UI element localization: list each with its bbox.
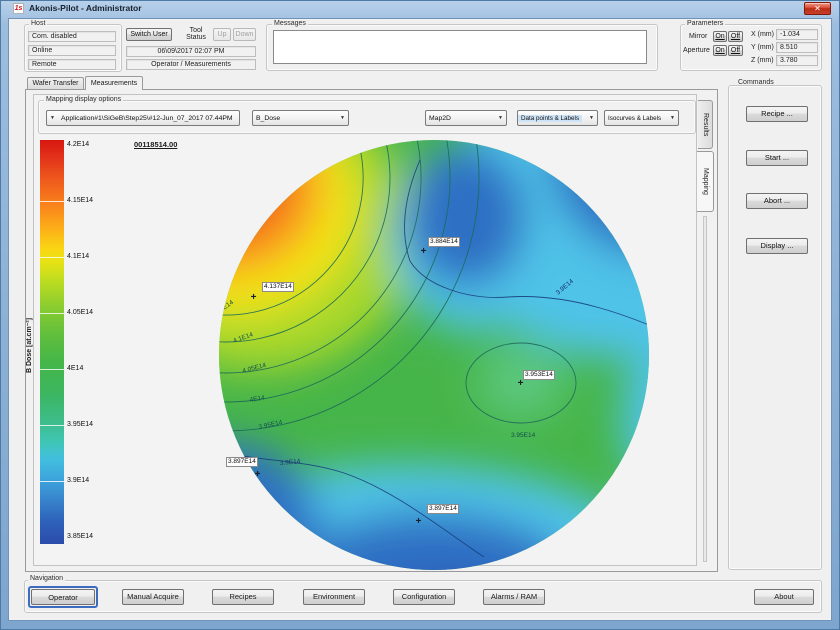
data-point-marker: + bbox=[419, 248, 428, 257]
app-window: 1s Akonis-Pilot - Administrator ✕ Host C… bbox=[0, 0, 840, 630]
data-point-label: 3.897E14 bbox=[226, 457, 258, 467]
map-type-dropdown[interactable]: Map2D ▼ bbox=[425, 110, 507, 126]
recipe-button[interactable]: Recipe ... bbox=[746, 106, 808, 122]
wafer-id-link[interactable]: 00118514.00 bbox=[134, 140, 177, 149]
chevron-down-icon: ▼ bbox=[495, 115, 506, 121]
aperture-off-button[interactable]: Off bbox=[728, 45, 743, 56]
colorbar-tickline bbox=[40, 425, 64, 426]
nav-operator-button[interactable]: Operator bbox=[31, 589, 95, 605]
x-coord-value: -1.034 bbox=[776, 29, 818, 40]
messages-group-label: Messages bbox=[272, 20, 308, 28]
chevron-down-icon: ▼ bbox=[586, 115, 597, 121]
tool-up-button[interactable]: Up bbox=[213, 28, 231, 41]
mirror-off-button[interactable]: Off bbox=[728, 31, 743, 42]
colorbar-tickline bbox=[40, 201, 64, 202]
parameters-group-label: Parameters bbox=[685, 20, 725, 28]
colorbar-tick: 4E14 bbox=[67, 365, 83, 372]
nav-operator-focus: Operator bbox=[28, 586, 98, 608]
window-title: Akonis-Pilot - Administrator bbox=[29, 3, 142, 13]
host-remote-status: Remote bbox=[28, 59, 116, 70]
y-coord-value: 8.510 bbox=[776, 42, 818, 53]
colorbar-tick: 4.05E14 bbox=[67, 309, 93, 316]
mirror-on-button[interactable]: On bbox=[713, 31, 727, 42]
z-coord-value: 3.780 bbox=[776, 55, 818, 66]
nav-configuration-button[interactable]: Configuration bbox=[393, 589, 455, 605]
mode-field: Operator / Measurements bbox=[126, 59, 256, 70]
tab-wafer-transfer[interactable]: Wafer Transfer bbox=[27, 77, 84, 89]
chevron-down-icon: ▼ bbox=[667, 115, 678, 121]
close-icon[interactable]: ✕ bbox=[804, 2, 831, 15]
colorbar-tick: 3.9E14 bbox=[67, 477, 89, 484]
quantity-dropdown[interactable]: B_Dose ▼ bbox=[252, 110, 349, 126]
data-point-marker: + bbox=[253, 471, 262, 480]
data-point-label: 4.137E14 bbox=[262, 282, 294, 292]
app-logo-icon: 1s bbox=[13, 3, 24, 14]
data-point-label: 3.953E14 bbox=[523, 370, 555, 380]
dataset-dropdown[interactable]: ▼ Application#1\SiGeB\Step25\#12-Jun_07_… bbox=[46, 110, 240, 126]
x-coord-label: X (mm) bbox=[751, 31, 774, 38]
chevron-down-icon: ▼ bbox=[337, 115, 348, 121]
data-point-marker: + bbox=[516, 380, 525, 389]
colorbar-tick: 4.15E14 bbox=[67, 197, 93, 204]
data-point-label: 3.897E14 bbox=[427, 504, 459, 514]
colorbar-tickline bbox=[40, 369, 64, 370]
points-mode-dropdown-value: Data points & Labels bbox=[518, 115, 582, 122]
colorbar-tick: 4.1E14 bbox=[67, 253, 89, 260]
abort-button[interactable]: Abort ... bbox=[746, 193, 808, 209]
points-mode-dropdown[interactable]: Data points & Labels ▼ bbox=[517, 110, 598, 126]
messages-box[interactable] bbox=[273, 30, 647, 64]
colorbar-tickline bbox=[40, 257, 64, 258]
z-coord-label: Z (mm) bbox=[751, 57, 774, 64]
colorbar-tick: 4.2E14 bbox=[67, 141, 89, 148]
tab-measurements[interactable]: Measurements bbox=[85, 76, 143, 90]
y-coord-label: Y (mm) bbox=[751, 44, 774, 51]
data-point-marker: + bbox=[249, 294, 258, 303]
aperture-label: Aperture bbox=[683, 47, 710, 54]
tool-status-label: Tool Status bbox=[183, 27, 209, 41]
display-button[interactable]: Display ... bbox=[746, 238, 808, 254]
about-button[interactable]: About bbox=[754, 589, 814, 605]
nav-manual-acquire-button[interactable]: Manual Acquire bbox=[122, 589, 184, 605]
wafer-map-area: 4.15E14 4.1E14 4.05E14 4E14 3.95E14 3.9E… bbox=[166, 137, 702, 573]
colorbar-tick: 3.95E14 bbox=[67, 421, 93, 428]
chevron-down-icon: ▼ bbox=[47, 115, 58, 121]
nav-alarms-ram-button[interactable]: Alarms / RAM bbox=[483, 589, 545, 605]
mirror-label: Mirror bbox=[689, 33, 707, 40]
side-scroll-track bbox=[703, 216, 707, 562]
colorbar-tick: 3.85E14 bbox=[67, 533, 93, 540]
dataset-dropdown-value: Application#1\SiGeB\Step25\#12-Jun_07_20… bbox=[58, 115, 236, 122]
isocurves-mode-dropdown[interactable]: Isocurves & Labels ▼ bbox=[604, 110, 679, 126]
aperture-on-button[interactable]: On bbox=[713, 45, 727, 56]
quantity-dropdown-value: B_Dose bbox=[253, 115, 283, 122]
colorbar-tickline bbox=[40, 313, 64, 314]
data-point-marker: + bbox=[414, 518, 423, 527]
switch-user-button[interactable]: Switch User bbox=[126, 28, 172, 41]
isocurves-mode-dropdown-value: Isocurves & Labels bbox=[605, 115, 664, 122]
map-type-dropdown-value: Map2D bbox=[426, 115, 454, 122]
mapping-options-label: Mapping display options bbox=[44, 96, 123, 104]
datetime-field: 06\09\2017 02:07 PM bbox=[126, 46, 256, 57]
colorbar-tickline bbox=[40, 481, 64, 482]
colorbar-axis-label: B Dose [at.cm⁻²] bbox=[26, 250, 38, 440]
host-com-status: Com. disabled bbox=[28, 31, 116, 42]
host-group-label: Host bbox=[29, 20, 47, 28]
start-button[interactable]: Start ... bbox=[746, 150, 808, 166]
isocurve-label: 3.95E14 bbox=[511, 432, 536, 439]
host-online-status: Online bbox=[28, 45, 116, 56]
nav-environment-button[interactable]: Environment bbox=[303, 589, 365, 605]
tool-down-button[interactable]: Down bbox=[233, 28, 256, 41]
navigation-group-label: Navigation bbox=[28, 575, 65, 583]
data-point-label: 3.884E14 bbox=[428, 237, 460, 247]
nav-recipes-button[interactable]: Recipes bbox=[212, 589, 274, 605]
